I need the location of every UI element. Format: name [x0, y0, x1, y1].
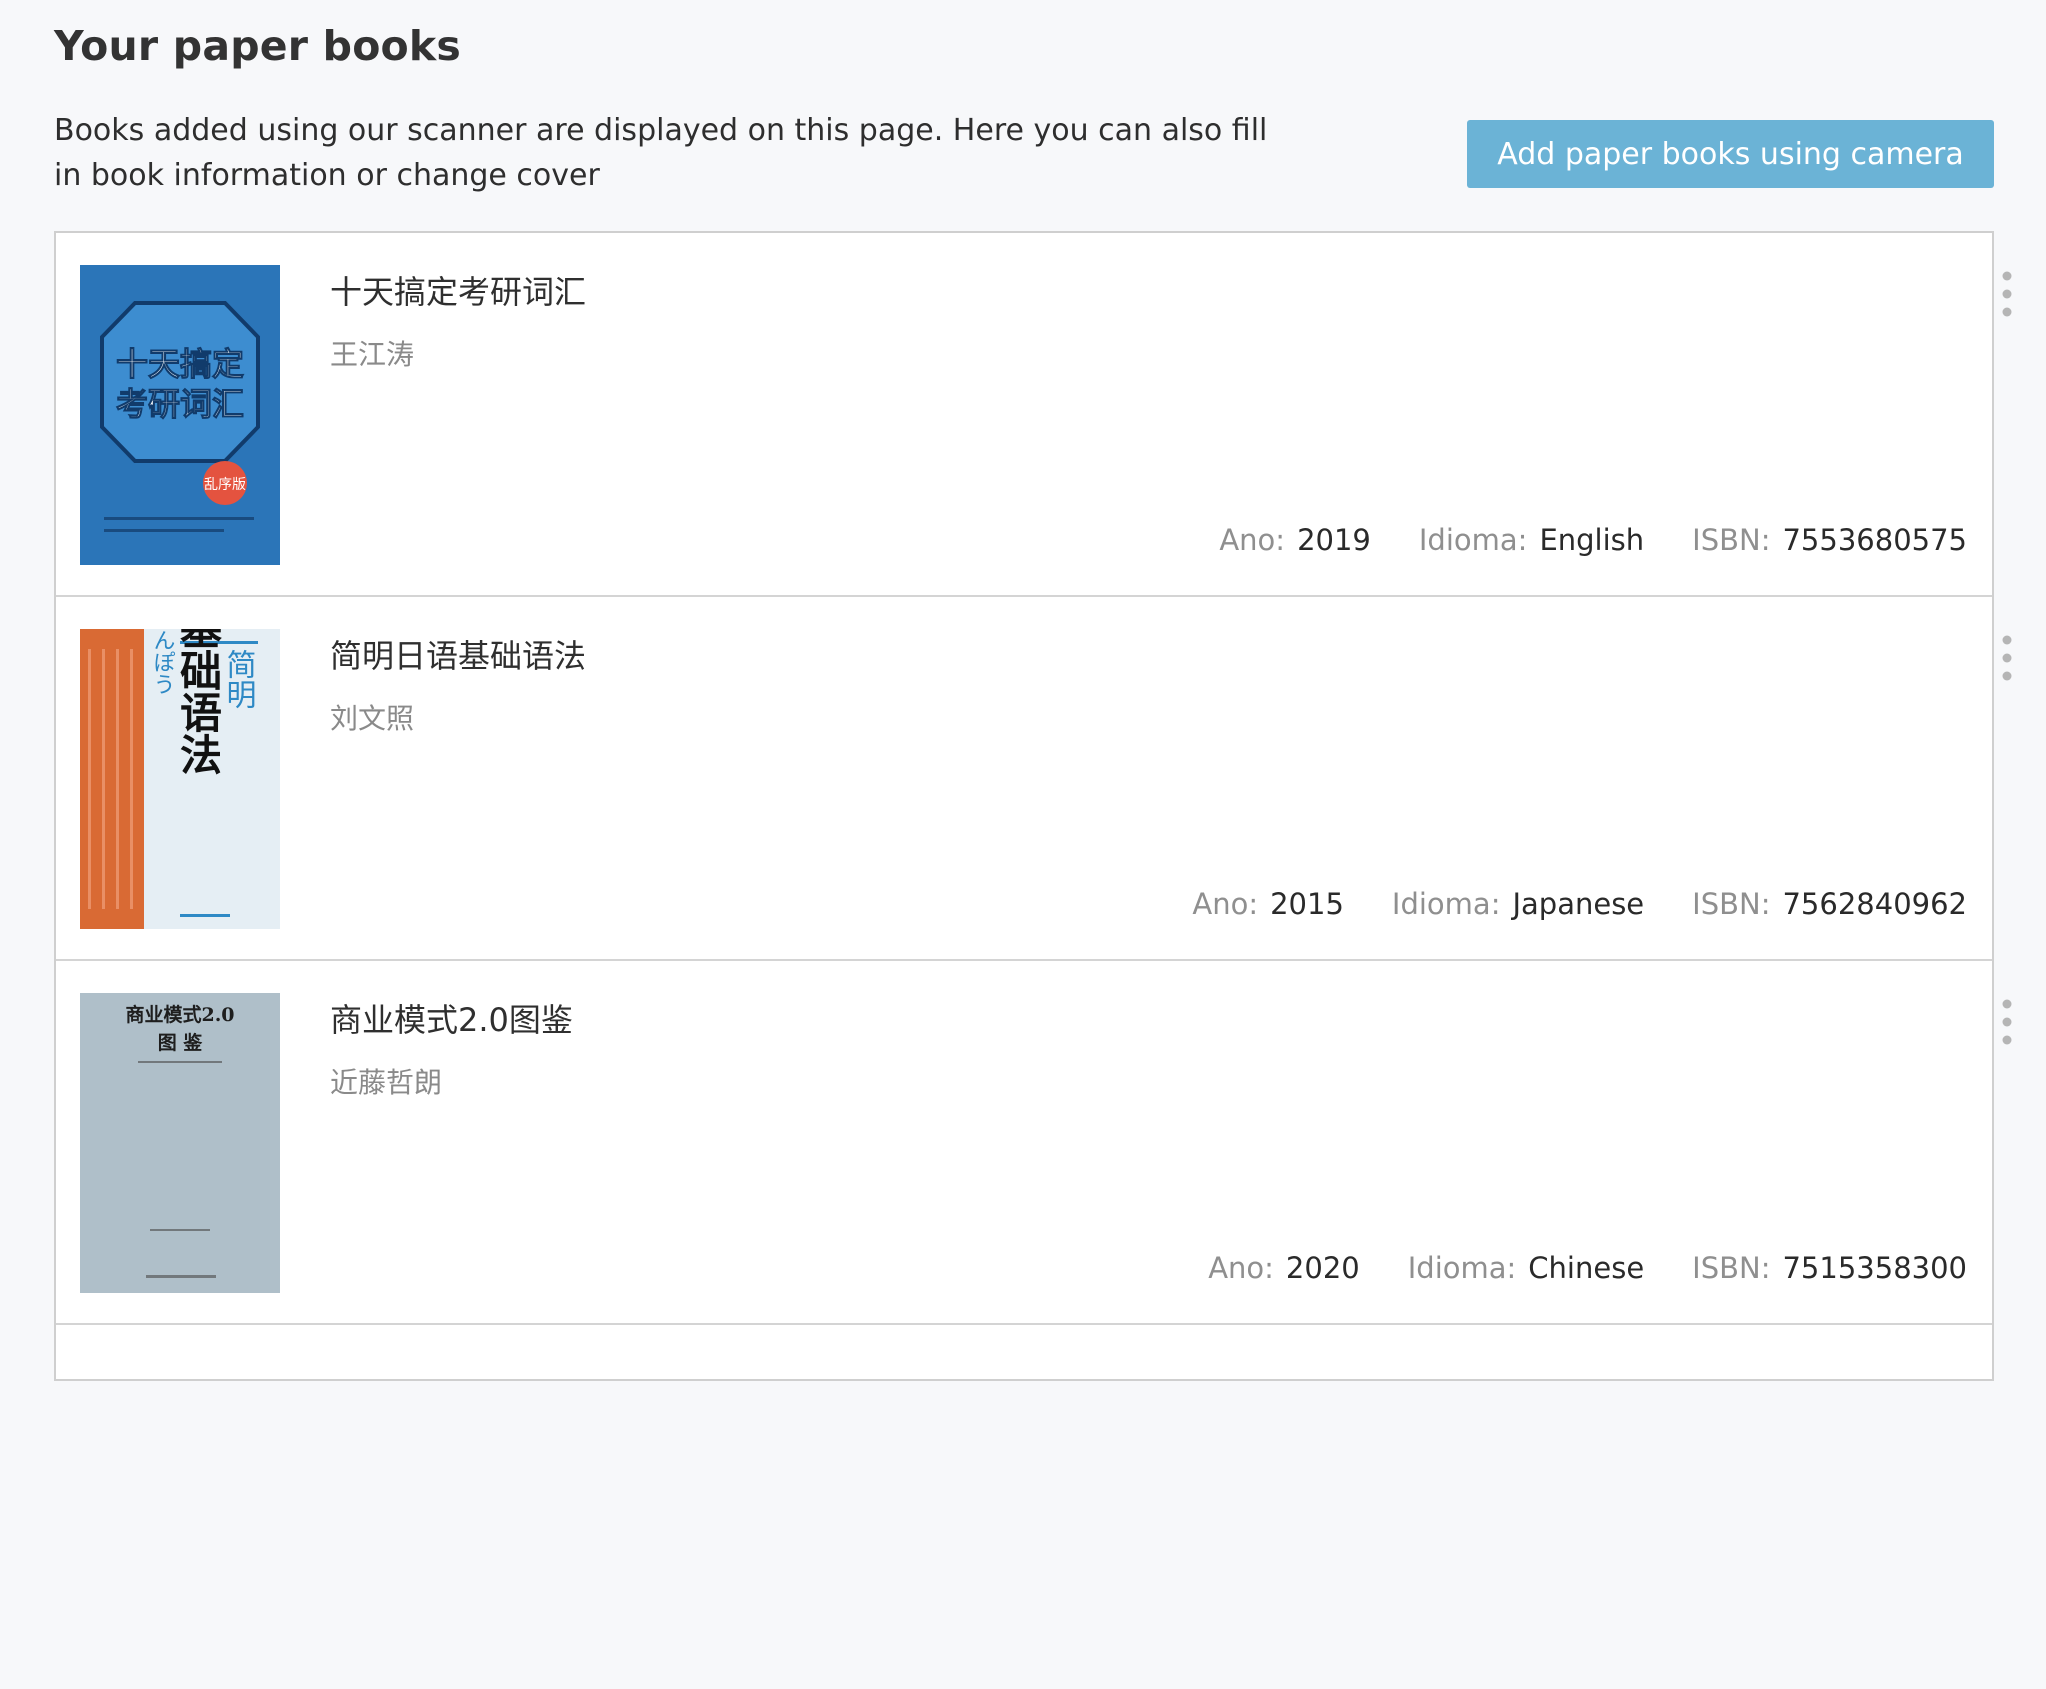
cover-line — [88, 649, 91, 909]
more-options-button[interactable] — [1982, 991, 2032, 1053]
more-vertical-icon — [2002, 635, 2012, 681]
isbn-value: 7515358300 — [1782, 1251, 1967, 1285]
more-options-button[interactable] — [1982, 627, 2032, 689]
language-value: Chinese — [1528, 1251, 1645, 1285]
page-description: Books added using our scanner are displa… — [54, 113, 1268, 193]
cover-title-line-2: 图 鉴 — [158, 1032, 204, 1054]
cover-line — [102, 649, 105, 909]
book-row[interactable]: 商业模式2.0 图 鉴 商业模式2.0图鉴 近藤哲朗 Ano: 2020 Idi… — [56, 961, 2012, 1325]
book-year: Ano: 2020 — [1208, 1251, 1360, 1285]
year-value: 2015 — [1270, 887, 1344, 921]
book-author: 刘文照 — [330, 702, 415, 735]
book-author: 王江涛 — [330, 338, 415, 371]
book-isbn: ISBN: 7562840962 — [1692, 887, 1967, 921]
cover-badge: 乱序版 — [204, 477, 246, 493]
book-author: 近藤哲朗 — [330, 1066, 443, 1099]
cover-kana: ふんぽう — [150, 629, 175, 695]
book-row[interactable]: 简明 日语基础语法 ふんぽう 简明日语基础语法 刘文照 Ano: 2015 Id… — [56, 597, 2012, 961]
book-meta: Ano: 2015 Idioma: Japanese ISBN: 7562840… — [1192, 887, 1967, 921]
cover-line — [104, 529, 224, 532]
more-options-button[interactable] — [1982, 263, 2032, 325]
page-title: Your paper books — [54, 22, 461, 70]
isbn-value: 7553680575 — [1782, 523, 1967, 557]
book-cover[interactable]: 简明 日语基础语法 ふんぽう — [80, 629, 280, 929]
cover-line — [146, 1275, 216, 1278]
cover-title-line-1: 商业模式2.0 — [125, 1003, 234, 1026]
isbn-value: 7562840962 — [1782, 887, 1967, 921]
isbn-label: ISBN: — [1692, 887, 1771, 921]
isbn-label: ISBN: — [1692, 1251, 1771, 1285]
year-label: Ano: — [1192, 887, 1259, 921]
language-label: Idioma: — [1418, 523, 1528, 557]
language-label: Idioma: — [1391, 887, 1501, 921]
book-row[interactable]: 十天搞定 考研词汇 乱序版 十天搞定考研词汇 王江涛 Ano: 2019 Idi… — [56, 233, 2012, 597]
book-list: 十天搞定 考研词汇 乱序版 十天搞定考研词汇 王江涛 Ano: 2019 Idi… — [54, 231, 2012, 1381]
book-title[interactable]: 简明日语基础语法 — [330, 631, 586, 677]
isbn-label: ISBN: — [1692, 523, 1771, 557]
cover-blue-rule — [180, 914, 230, 917]
year-value: 2019 — [1297, 523, 1371, 557]
book-title[interactable]: 十天搞定考研词汇 — [330, 267, 586, 313]
cover-line — [130, 649, 133, 909]
book-language: Idioma: Japanese — [1392, 887, 1644, 921]
year-label: Ano: — [1208, 1251, 1274, 1285]
book-year: Ano: 2015 — [1192, 887, 1344, 921]
language-label: Idioma: — [1407, 1251, 1517, 1285]
cover-line — [116, 649, 119, 909]
book-meta: Ano: 2019 Idioma: English ISBN: 75536805… — [1219, 523, 1967, 557]
more-vertical-icon — [2002, 999, 2012, 1045]
book-isbn: ISBN: 7515358300 — [1692, 1251, 1967, 1285]
book-cover-image: 商业模式2.0 图 鉴 — [80, 993, 280, 1293]
cover-title-line-1: 十天搞定 — [116, 345, 244, 383]
book-cover-image: 简明 日语基础语法 ふんぽう — [80, 629, 280, 929]
book-cover[interactable]: 十天搞定 考研词汇 乱序版 — [80, 265, 280, 565]
cover-title-line-2: 日语基础语法 — [174, 629, 223, 775]
more-vertical-icon — [2002, 271, 2012, 317]
book-cover[interactable]: 商业模式2.0 图 鉴 — [80, 993, 280, 1293]
cover-title-line-1: 简明 — [221, 649, 256, 709]
cover-line — [138, 1061, 222, 1063]
book-cover-image: 十天搞定 考研词汇 乱序版 — [80, 265, 280, 565]
book-title[interactable]: 商业模式2.0图鉴 — [330, 995, 573, 1041]
language-value: English — [1539, 523, 1645, 557]
year-value: 2020 — [1285, 1251, 1360, 1285]
cover-title-line-2: 考研词汇 — [116, 385, 244, 423]
book-language: Idioma: English — [1419, 523, 1644, 557]
language-value: Japanese — [1512, 887, 1645, 921]
book-row[interactable] — [56, 1325, 1992, 1689]
book-isbn: ISBN: 7553680575 — [1692, 523, 1967, 557]
book-language: Idioma: Chinese — [1408, 1251, 1644, 1285]
book-meta: Ano: 2020 Idioma: Chinese ISBN: 75153583… — [1208, 1251, 1967, 1285]
book-year: Ano: 2019 — [1219, 523, 1371, 557]
cover-line — [104, 517, 254, 520]
cover-line — [150, 1229, 210, 1231]
year-label: Ano: — [1219, 523, 1286, 557]
add-paper-books-camera-button[interactable]: Add paper books using camera — [1467, 120, 1994, 188]
